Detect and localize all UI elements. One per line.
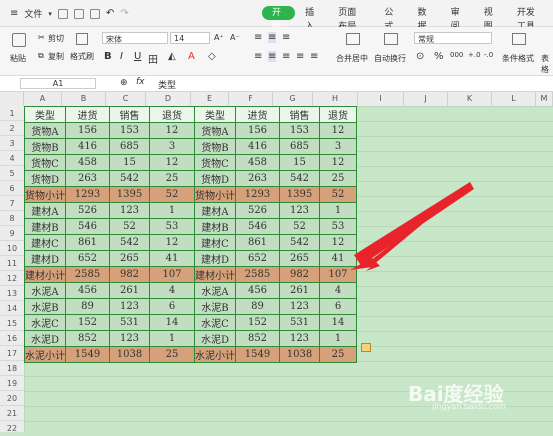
red-arrow-annotation [350, 182, 474, 271]
watermark-sub: jingyan.baidu.com [432, 402, 506, 411]
